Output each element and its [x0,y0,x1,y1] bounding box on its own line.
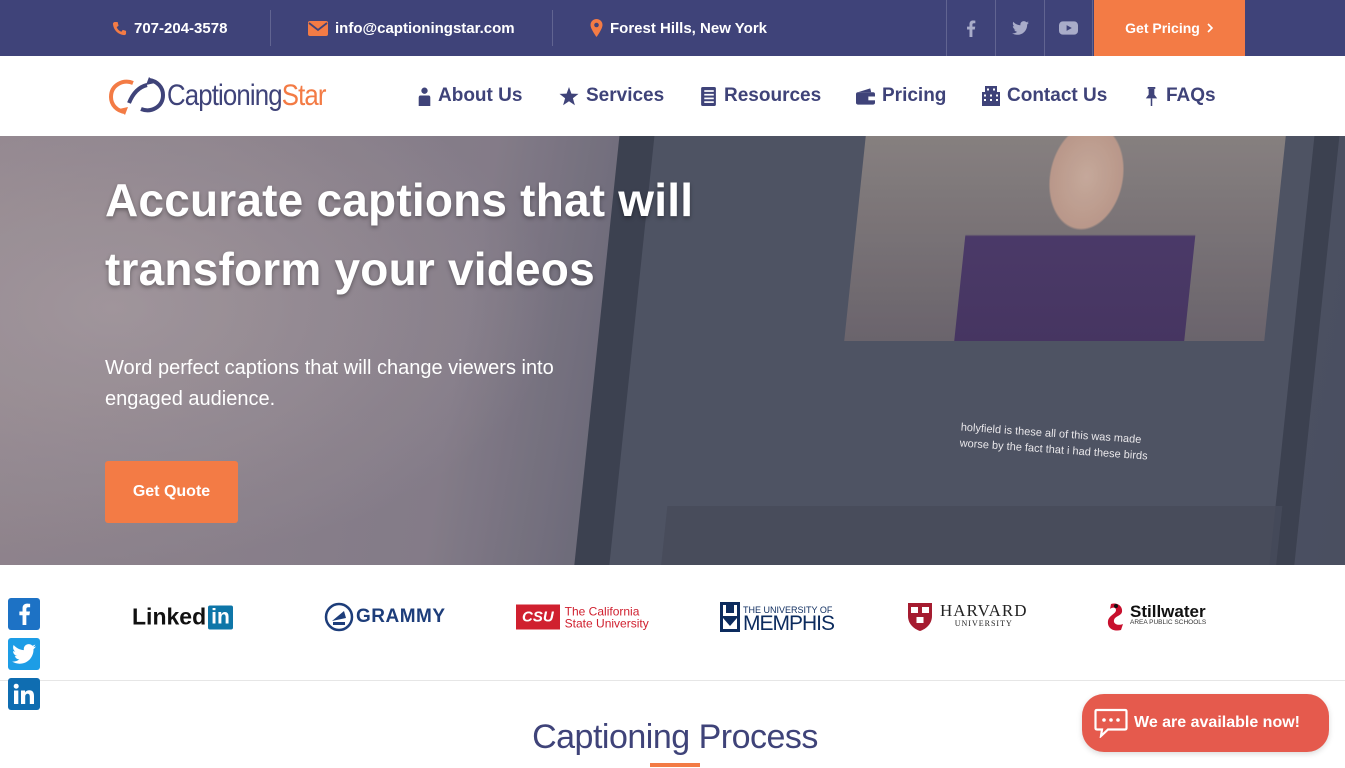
linkedin-box: in [208,605,233,629]
stillwater-line2: AREA PUBLIC SCHOOLS [1130,619,1207,626]
logo-text: CaptioningStar [167,79,327,113]
nav-pricing[interactable]: Pricing [856,56,946,136]
wallet-icon [856,87,875,105]
person-icon [418,87,431,106]
facebook-link[interactable] [946,0,995,56]
youtube-icon [1059,21,1078,35]
live-chat-button[interactable]: We are available now! [1082,694,1329,752]
stillwater-pioneer-icon [1107,603,1123,631]
star-icon [559,86,579,105]
map-pin-icon [590,19,603,37]
nav-about-us[interactable]: About Us [418,56,522,136]
chat-label: We are available now! [1134,714,1300,731]
facebook-icon [18,603,30,625]
share-linkedin-button[interactable] [8,678,40,710]
divider [552,10,553,46]
pin-icon [1145,86,1158,106]
nav-label: Services [586,85,665,106]
nav-label: Contact Us [1007,85,1108,106]
harvard-shield-icon [908,603,932,631]
section-title-underline [650,763,700,767]
memphis-mark-icon [720,602,740,632]
hero-banner: holyfield is these all of this was made … [0,136,1345,565]
facebook-icon [967,19,976,37]
location-info: Forest Hills, New York [590,0,767,56]
logo-text-part1: Captioning [167,79,283,112]
nav-label: Resources [724,85,822,106]
get-pricing-button[interactable]: Get Pricing [1094,0,1245,56]
twitter-icon [12,644,36,664]
location-text: Forest Hills, New York [610,19,767,37]
phone-icon [112,21,127,35]
share-facebook-button[interactable] [8,598,40,630]
hero-headline: Accurate captions that will transform yo… [105,174,694,295]
harvard-text: HARVARD UNIVERSITY [940,601,1028,630]
chevron-right-icon [1207,23,1213,33]
email-contact[interactable]: info@captioningstar.com [308,0,515,56]
harvard-logo: HARVARD UNIVERSITY [907,602,1028,632]
captioning-star-logo-icon [108,77,166,115]
gramophone-icon [324,602,354,632]
top-bar: 707-204-3578 info@captioningstar.com For… [0,0,1345,56]
site-logo[interactable]: CaptioningStar [107,73,351,119]
stillwater-logo: Stillwater AREA PUBLIC SCHOOLS [1105,602,1206,632]
client-logos-strip: Linked in GRAMMY CSU The California Stat… [0,565,1345,681]
phone-number: 707-204-3578 [134,19,228,37]
stillwater-text: Stillwater AREA PUBLIC SCHOOLS [1130,602,1207,628]
share-twitter-button[interactable] [8,638,40,670]
csu-text: The California State University [565,605,649,629]
nav-contact-us[interactable]: Contact Us [982,56,1107,136]
nav-label: Pricing [882,85,947,106]
envelope-icon [308,20,328,36]
stillwater-line1: Stillwater [1130,602,1206,621]
youtube-link[interactable] [1044,0,1093,56]
memphis-text: THE UNIVERSITY OF MEMPHIS [743,604,835,635]
memphis-line2: MEMPHIS [743,612,835,635]
harvard-line1: HARVARD [940,601,1028,620]
grammy-wordmark: GRAMMY [356,606,446,627]
email-address: info@captioningstar.com [335,19,515,37]
csu-line2: State University [564,616,649,630]
nav-resources[interactable]: Resources [700,56,821,136]
csu-mark: CSU [516,604,560,630]
csu-logo: CSU The California State University [516,604,649,630]
twitter-icon [1011,21,1029,35]
linkedin-logo: Linked in [132,604,233,631]
twitter-link[interactable] [995,0,1044,56]
book-icon [701,86,716,106]
get-quote-label: Get Quote [132,483,211,500]
hero-subtext: Word perfect captions that will change v… [105,357,554,410]
main-nav: CaptioningStar About Us Services Resourc… [0,56,1345,136]
building-icon [982,86,1000,106]
nav-label: About Us [438,85,523,106]
chat-bubble-icon [1094,708,1128,738]
linkedin-icon [13,683,34,704]
csu-line1: The California [564,604,640,618]
nav-services[interactable]: Services [559,56,664,136]
get-quote-button[interactable]: Get Quote [105,461,238,523]
logo-text-part2: Star [281,79,327,112]
nav-label: FAQs [1166,85,1216,106]
memphis-logo: THE UNIVERSITY OF MEMPHIS [720,602,835,635]
grammy-logo: GRAMMY [324,602,446,632]
phone-contact[interactable]: 707-204-3578 [112,0,227,56]
linkedin-wordmark: Linked [132,603,207,630]
nav-faqs[interactable]: FAQs [1144,56,1216,136]
divider [270,10,271,46]
get-pricing-label: Get Pricing [1125,20,1200,36]
